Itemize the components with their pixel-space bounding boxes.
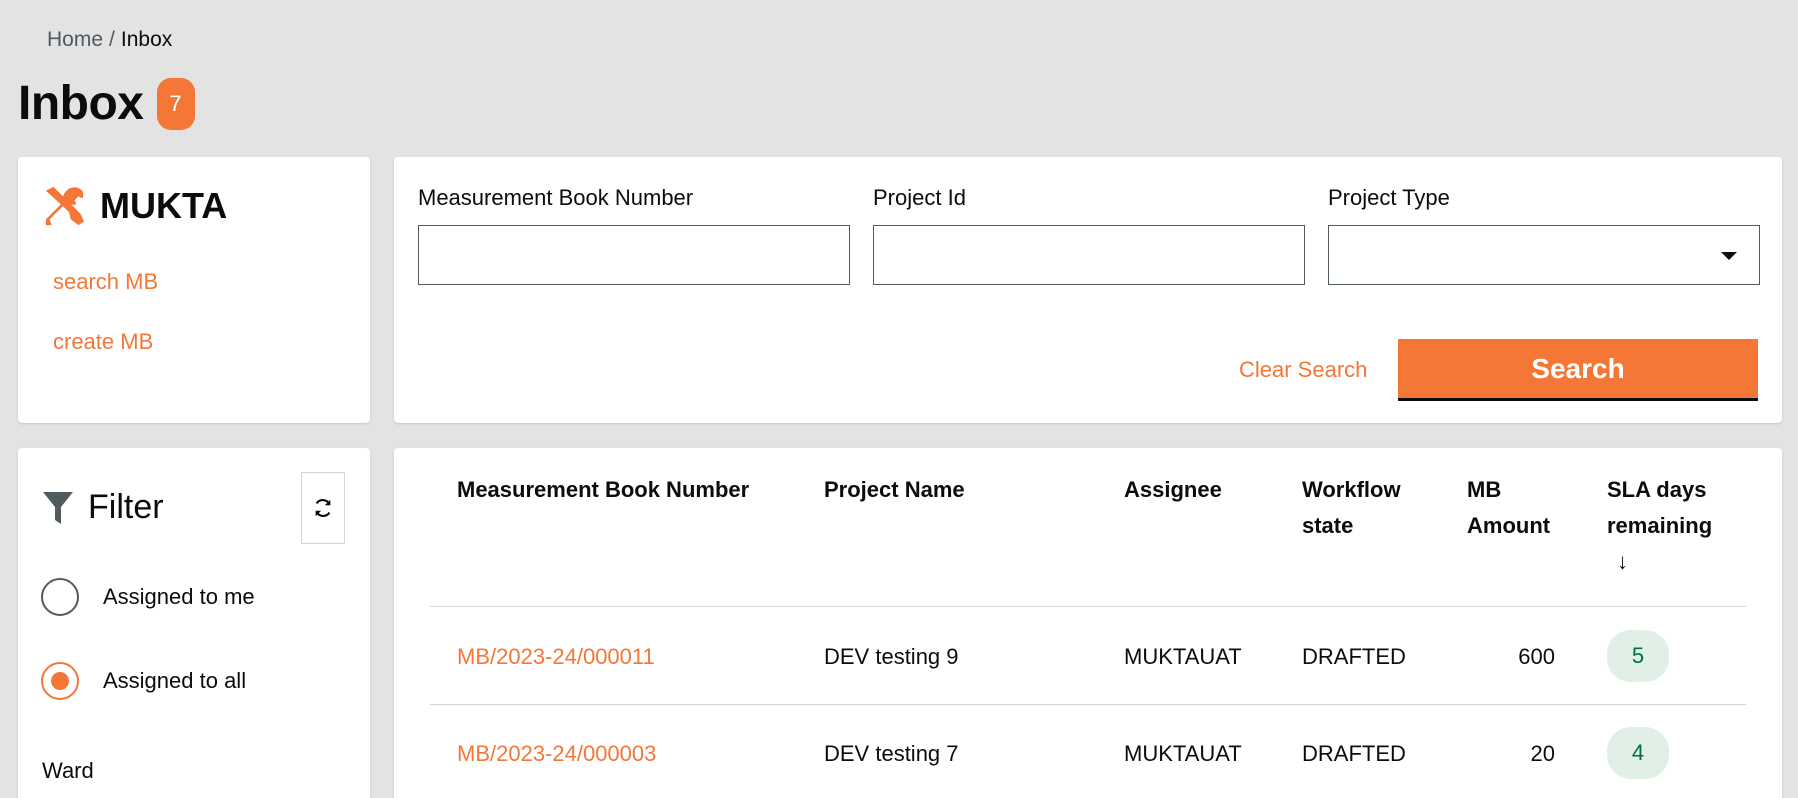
assigned-to-all-option[interactable]: Assigned to all: [41, 662, 246, 700]
filter-title: Filter: [88, 488, 164, 526]
project-id-label: Project Id: [873, 185, 966, 210]
ward-label: Ward: [42, 758, 94, 783]
page-title-row: Inbox 7: [18, 76, 195, 131]
project-id-field: Project Id: [873, 185, 1305, 285]
project-type-select[interactable]: [1328, 225, 1760, 285]
inbox-count-badge: 7: [156, 77, 195, 130]
filter-header: Filter: [42, 488, 164, 527]
breadcrumb-separator: /: [109, 28, 115, 51]
assigned-to-me-label: Assigned to me: [103, 584, 255, 609]
project-name-cell: DEV testing 9: [824, 644, 959, 669]
page-title: Inbox: [18, 77, 144, 130]
assigned-to-me-option[interactable]: Assigned to me: [41, 578, 255, 616]
sla-days-badge: 4: [1607, 727, 1669, 779]
column-header-mb-number[interactable]: Measurement Book Number: [457, 472, 749, 508]
assignee-cell: MUKTAUAT: [1124, 741, 1242, 766]
mb-number-label: Measurement Book Number: [418, 185, 694, 210]
refresh-icon: [315, 498, 331, 518]
header-divider: [430, 606, 1746, 607]
mb-number-field: Measurement Book Number: [418, 185, 850, 285]
sla-days-badge: 5: [1607, 630, 1669, 682]
dropdown-caret-icon: [1721, 252, 1737, 260]
project-name-cell: DEV testing 7: [824, 741, 959, 766]
search-card: Measurement Book Number Project Id Proje…: [394, 157, 1782, 423]
mb-number-link[interactable]: MB/2023-24/000011: [457, 644, 655, 670]
assignee-cell: MUKTAUAT: [1124, 644, 1242, 669]
hammer-wrench-icon: [45, 186, 85, 226]
project-type-field: Project Type: [1328, 185, 1760, 285]
assigned-to-all-label: Assigned to all: [103, 668, 247, 693]
clear-search-link[interactable]: Clear Search: [1239, 357, 1367, 383]
column-header-assignee[interactable]: Assignee: [1124, 472, 1222, 508]
breadcrumb-current: Inbox: [120, 28, 173, 51]
search-button[interactable]: Search: [1398, 339, 1758, 401]
column-header-mb-amount[interactable]: MB Amount: [1467, 472, 1550, 544]
column-header-sla-days[interactable]: SLA days remaining ↓: [1607, 472, 1712, 580]
refresh-filter-button[interactable]: [301, 472, 345, 544]
mb-amount-cell: 600: [1518, 644, 1555, 669]
assigned-to-all-radio[interactable]: [41, 662, 79, 700]
mb-amount-cell: 20: [1530, 741, 1555, 766]
module-card: MUKTA search MB create MB: [18, 157, 370, 423]
mb-number-input[interactable]: [418, 225, 850, 285]
workflow-state-cell: DRAFTED: [1302, 644, 1406, 669]
create-mb-link[interactable]: create MB: [53, 329, 153, 355]
funnel-icon: [43, 491, 73, 524]
sort-down-arrow-icon: ↓: [1617, 549, 1628, 574]
row-divider: [430, 704, 1746, 705]
breadcrumb-home-link[interactable]: Home: [47, 28, 103, 52]
workflow-state-cell: DRAFTED: [1302, 741, 1406, 766]
breadcrumb: Home / Inbox: [47, 28, 172, 52]
filter-card: Filter Assigned to me Assigned to all Wa…: [18, 448, 370, 798]
column-header-workflow-state[interactable]: Workflow state: [1302, 472, 1401, 544]
module-name: MUKTA: [100, 185, 228, 226]
project-type-label: Project Type: [1328, 185, 1450, 210]
results-table: Measurement Book Number Project Name Ass…: [394, 448, 1782, 798]
project-id-input[interactable]: [873, 225, 1305, 285]
column-header-project-name[interactable]: Project Name: [824, 472, 965, 508]
search-mb-link[interactable]: search MB: [53, 269, 158, 295]
module-header: MUKTA: [42, 183, 227, 229]
mb-number-link[interactable]: MB/2023-24/000003: [457, 741, 656, 767]
assigned-to-me-radio[interactable]: [41, 578, 79, 616]
